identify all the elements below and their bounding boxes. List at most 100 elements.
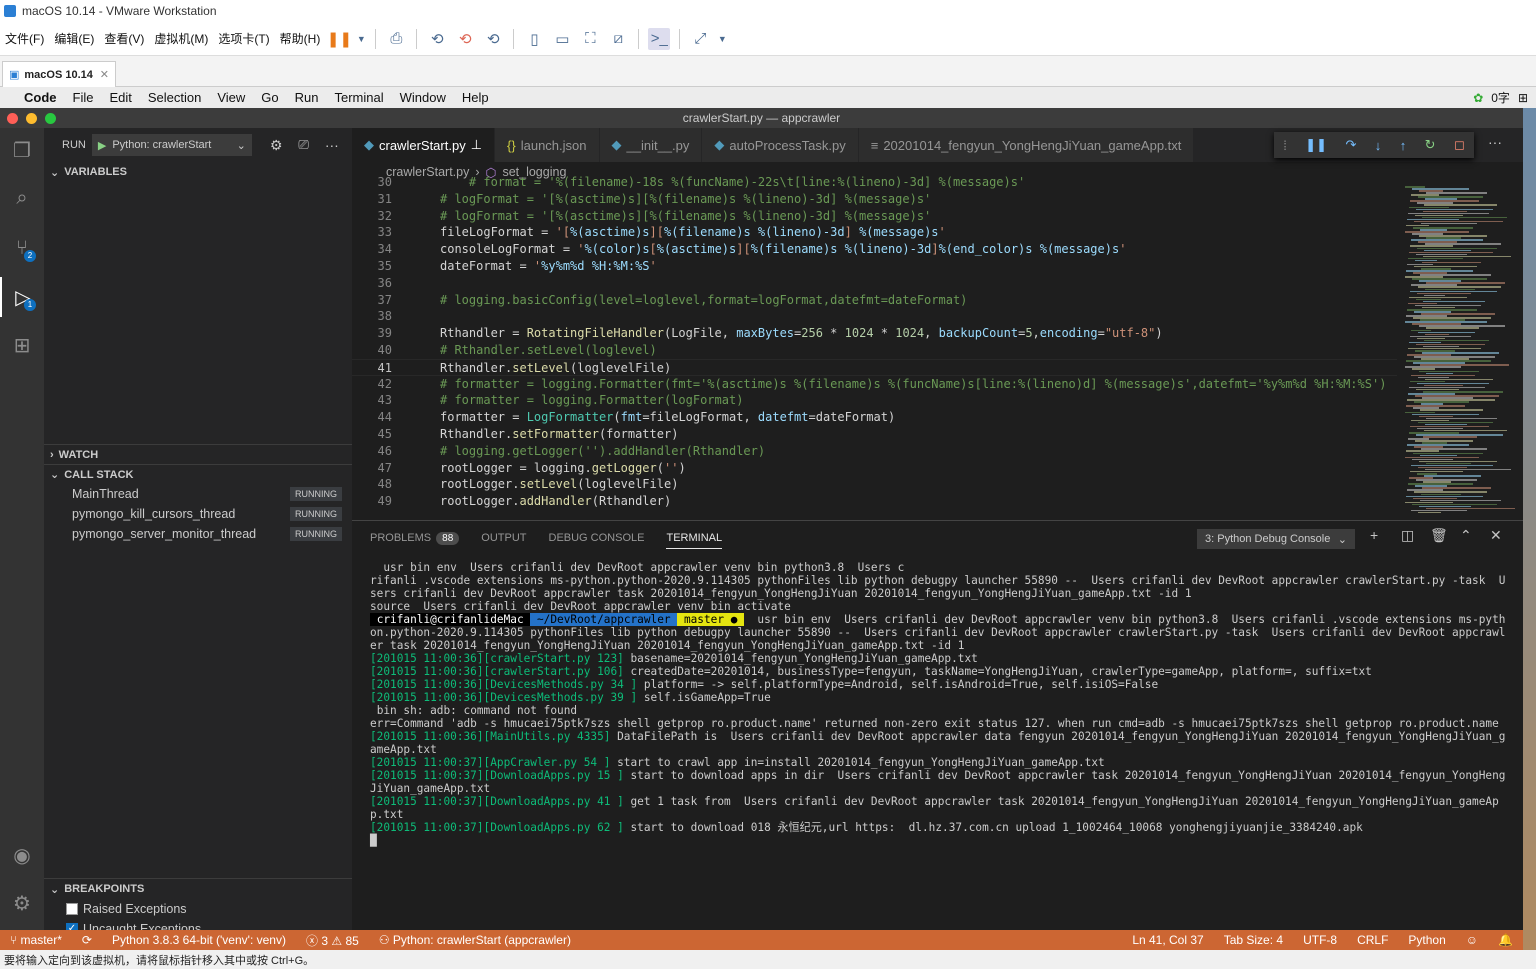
gear-icon[interactable]: ⚙: [270, 137, 283, 154]
tab-problems[interactable]: PROBLEMS 88: [370, 532, 460, 545]
code-line[interactable]: 47 rootLogger = logging.getLogger(''): [352, 460, 1397, 477]
vm-menu-tabs[interactable]: 选项卡(T): [213, 22, 274, 55]
code-line[interactable]: 44 formatter = LogFormatter(fmt=fileLogFo…: [352, 409, 1397, 426]
code-line[interactable]: 41 Rthandler.setLevel(loglevelFile): [352, 358, 1397, 376]
unity-icon[interactable]: ⧄: [607, 28, 629, 50]
tab-terminal[interactable]: TERMINAL: [666, 532, 723, 549]
vm-menu-edit[interactable]: 编辑(E): [49, 22, 99, 55]
add-terminal-icon[interactable]: +: [1370, 527, 1378, 543]
debug-status[interactable]: ⚇ Python: crawlerStart (appcrawler): [369, 933, 581, 947]
breakpoint-uncaught-exceptions[interactable]: ✓ Uncaught Exceptions: [44, 919, 352, 930]
vm-menu-view[interactable]: 查看(V): [99, 22, 149, 55]
code-line[interactable]: 33 fileLogFormat = '[%(asctime)s][%(filen…: [352, 224, 1397, 241]
code-line[interactable]: 49 rootLogger.addHandler(Rthandler): [352, 493, 1397, 510]
debug-config-select[interactable]: ▶ Python: crawlerStart ⌄: [91, 134, 252, 156]
vm-tab-macos[interactable]: ▣ macOS 10.14 ✕: [2, 61, 116, 87]
grid-icon[interactable]: ⊞: [1518, 91, 1528, 105]
end-of-line[interactable]: CRLF: [1347, 933, 1398, 947]
vm-menu-help[interactable]: 帮助(H): [275, 22, 326, 55]
mac-menu-window[interactable]: Window: [392, 90, 454, 105]
mac-menu-file[interactable]: File: [65, 90, 102, 105]
step-out-icon[interactable]: ↑: [1400, 138, 1407, 153]
split-terminal-icon[interactable]: ◫: [1401, 527, 1414, 544]
language-mode[interactable]: Python: [1398, 933, 1455, 947]
minimap[interactable]: [1397, 182, 1523, 520]
step-over-icon[interactable]: ↷: [1345, 137, 1356, 153]
python-interpreter[interactable]: Python 3.8.3 64-bit ('venv': venv): [102, 933, 296, 947]
mac-menu-code[interactable]: Code: [16, 90, 65, 105]
tab-autoprocesstask[interactable]: ◆ autoProcessTask.py: [702, 128, 859, 162]
code-line[interactable]: 30 # format = '%(filename)-18s %(funcNam…: [352, 174, 1397, 191]
breakpoint-raised-exceptions[interactable]: Raised Exceptions: [44, 899, 352, 919]
thumbnail-icon[interactable]: ▭: [551, 28, 573, 50]
mac-menu-terminal[interactable]: Terminal: [327, 90, 392, 105]
send-ctrl-alt-del-icon[interactable]: ⎙: [385, 28, 407, 50]
tab-crawlerstart[interactable]: ◆ crawlerStart.py ⊥: [352, 128, 496, 162]
terminal-select[interactable]: 3: Python Debug Console ⌄: [1197, 529, 1355, 549]
branch-status[interactable]: ⑂ master*: [0, 933, 72, 947]
zoom-window-icon[interactable]: [45, 113, 56, 124]
thread-item[interactable]: MainThread RUNNING: [44, 484, 352, 504]
thread-item[interactable]: pymongo_kill_cursors_thread RUNNING: [44, 504, 352, 524]
problems-status[interactable]: ⓧ 3 ⚠ 85: [296, 932, 369, 949]
terminal-output[interactable]: usr bin env Users crifanli dev DevRoot a…: [370, 561, 1510, 847]
feedback-icon[interactable]: ☺: [1456, 933, 1488, 947]
mac-menu-run[interactable]: Run: [287, 90, 327, 105]
code-line[interactable]: 45 Rthandler.setFormatter(formatter): [352, 426, 1397, 443]
code-line[interactable]: 32 # logFormat = '[%(asctime)s][%(filenam…: [352, 208, 1397, 225]
revert-snapshot-icon[interactable]: ⟲: [454, 28, 476, 50]
watch-section-header[interactable]: › WATCH: [44, 444, 352, 464]
tab-size[interactable]: Tab Size: 4: [1214, 933, 1293, 947]
fullscreen-icon[interactable]: ⛶: [579, 28, 601, 50]
code-line[interactable]: 34 consoleLogFormat = '%(color)s[%(asctim…: [352, 241, 1397, 258]
stretch-icon[interactable]: ⤢: [689, 28, 711, 50]
mac-menu-go[interactable]: Go: [253, 90, 286, 105]
mac-menu-help[interactable]: Help: [454, 90, 497, 105]
code-editor[interactable]: 30 # format = '%(filename)-18s %(funcNam…: [352, 174, 1397, 512]
code-line[interactable]: 40 # Rthandler.setLevel(loglevel): [352, 342, 1397, 359]
tab-output[interactable]: OUTPUT: [481, 532, 526, 544]
code-line[interactable]: 37 # logging.basicConfig(level=loglevel,f…: [352, 292, 1397, 309]
run-debug-icon[interactable]: ▷ 1: [0, 277, 44, 317]
snapshot-manager-icon[interactable]: ⟲: [482, 28, 504, 50]
bell-icon[interactable]: 🔔: [1488, 933, 1523, 947]
tab-init-py[interactable]: ◆ __init__.py: [599, 128, 703, 162]
tab-launch-json[interactable]: {} launch.json: [495, 128, 600, 162]
trash-icon[interactable]: 🗑: [1430, 527, 1448, 544]
dropdown-icon[interactable]: ▼: [717, 28, 727, 50]
library-icon[interactable]: ▯: [523, 28, 545, 50]
tab-debug-console[interactable]: DEBUG CONSOLE: [549, 532, 645, 544]
vm-menu-vm[interactable]: 虚拟机(M): [149, 22, 213, 55]
code-line[interactable]: 35 dateFormat = '%y%m%d %H:%M:%S': [352, 258, 1397, 275]
step-into-icon[interactable]: ↓: [1375, 138, 1382, 153]
input-method-icon[interactable]: ✿: [1473, 91, 1483, 105]
stop-icon[interactable]: ◻: [1454, 137, 1465, 153]
pause-icon[interactable]: ❚❚: [1305, 137, 1327, 153]
checkbox[interactable]: [66, 903, 78, 915]
code-line[interactable]: 48 rootLogger.setLevel(loglevelFile): [352, 476, 1397, 493]
vm-menu-file[interactable]: 文件(F): [0, 22, 49, 55]
code-line[interactable]: 46 # logging.getLogger('').addHandler(Rth…: [352, 443, 1397, 460]
code-line[interactable]: 43 # formatter = logging.Formatter(logFor…: [352, 392, 1397, 409]
close-window-icon[interactable]: [7, 113, 18, 124]
minimize-window-icon[interactable]: [26, 113, 37, 124]
snapshot-icon[interactable]: ⟲: [426, 28, 448, 50]
pause-vm-icon[interactable]: ❚❚: [327, 28, 352, 50]
encoding[interactable]: UTF-8: [1293, 933, 1347, 947]
call-stack-section-header[interactable]: ⌄ CALL STACK: [44, 464, 352, 484]
checkbox-checked[interactable]: ✓: [66, 923, 78, 930]
close-icon[interactable]: ✕: [1490, 527, 1502, 544]
source-control-icon[interactable]: ⑂ 2: [0, 228, 44, 268]
more-icon[interactable]: ···: [1488, 134, 1502, 150]
account-icon[interactable]: ◉: [0, 835, 44, 875]
tab-gameapp-txt[interactable]: ≡ 20201014_fengyun_YongHengJiYuan_gameApp…: [858, 128, 1195, 162]
code-line[interactable]: 42 # formatter = logging.Formatter(fmt='%…: [352, 376, 1397, 393]
console-view-icon[interactable]: >_: [648, 27, 671, 50]
explorer-icon[interactable]: ❐: [0, 130, 44, 170]
pin-icon[interactable]: ⊥: [471, 137, 482, 153]
gear-icon[interactable]: ⚙: [0, 883, 44, 923]
extensions-icon[interactable]: ⊞: [0, 325, 44, 365]
code-line[interactable]: 39 Rthandler = RotatingFileHandler(LogFil…: [352, 325, 1397, 342]
code-line[interactable]: 38: [352, 308, 1397, 325]
thread-item[interactable]: pymongo_server_monitor_thread RUNNING: [44, 524, 352, 544]
